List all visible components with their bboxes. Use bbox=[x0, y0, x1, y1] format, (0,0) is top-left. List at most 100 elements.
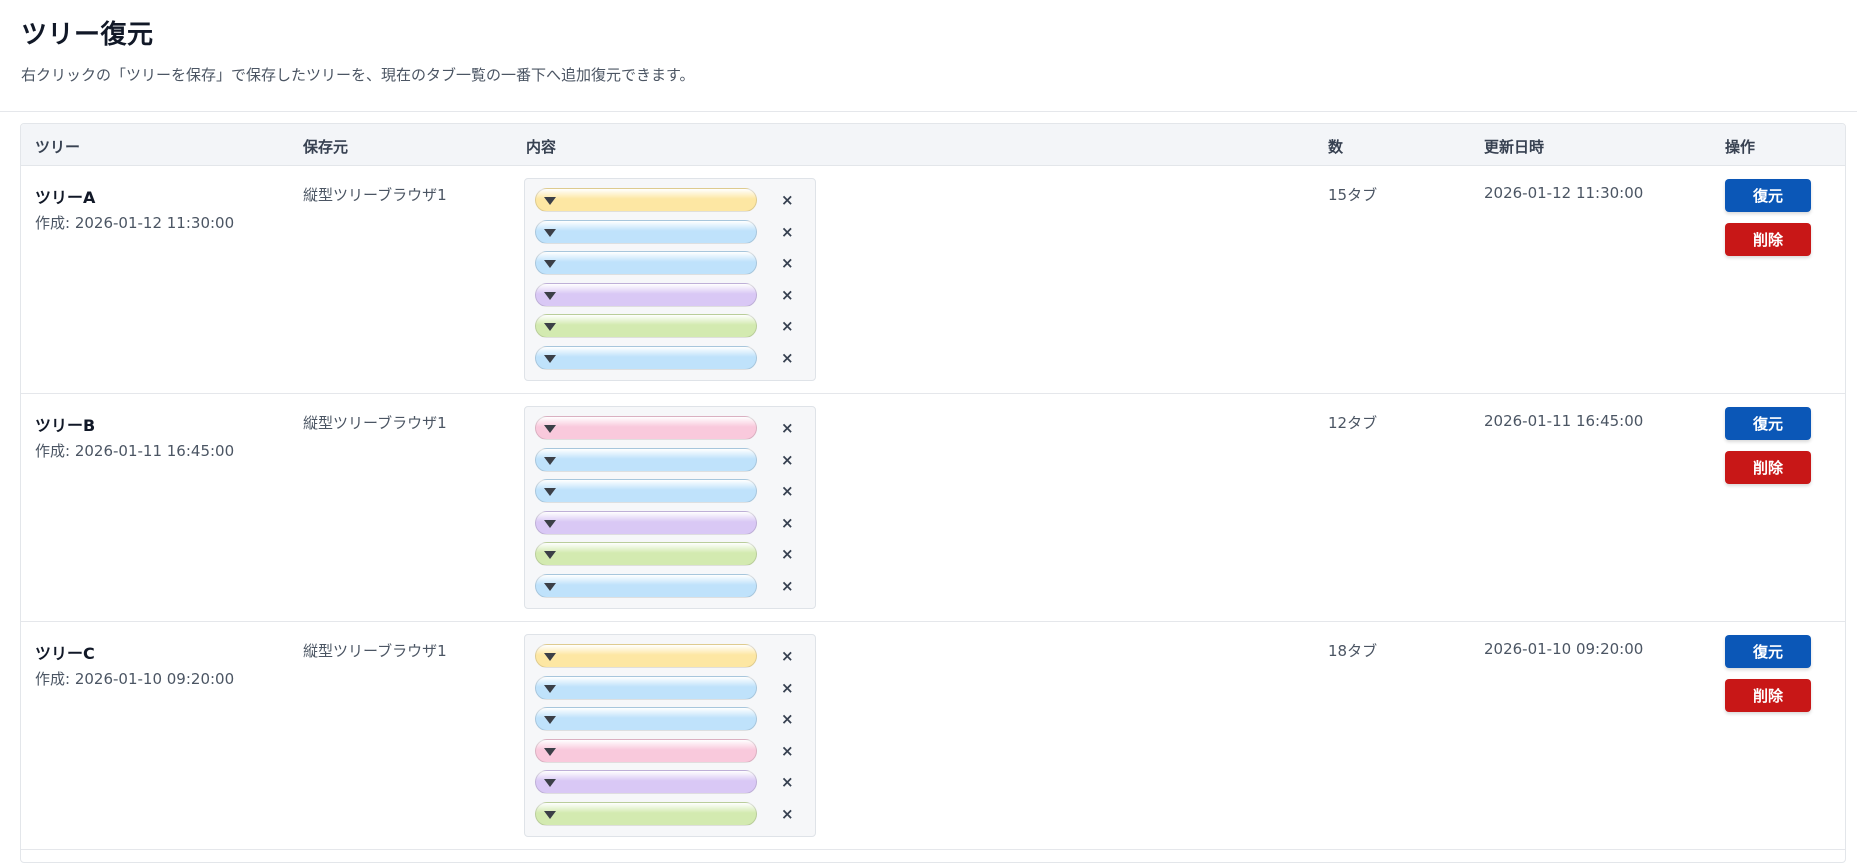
remove-tab-icon[interactable]: × bbox=[781, 513, 794, 533]
table-row: ツリーC 作成: 2026-01-10 09:20:00 縦型ツリーブラウザ1 … bbox=[21, 622, 1845, 850]
table-row: ツリーB 作成: 2026-01-11 16:45:00 縦型ツリーブラウザ1 … bbox=[21, 394, 1845, 622]
remove-tab-icon[interactable]: × bbox=[781, 348, 794, 368]
page-title: ツリー復元 bbox=[21, 20, 154, 50]
restore-button[interactable]: 復元 bbox=[1725, 635, 1811, 668]
expand-triangle-icon[interactable] bbox=[544, 716, 556, 725]
tab-pill[interactable] bbox=[535, 314, 757, 339]
expand-triangle-icon[interactable] bbox=[544, 456, 556, 465]
header-content: 内容 bbox=[526, 138, 557, 156]
expand-triangle-icon[interactable] bbox=[544, 519, 556, 528]
expand-triangle-icon[interactable] bbox=[544, 551, 556, 560]
expand-triangle-icon[interactable] bbox=[544, 323, 556, 332]
page-header: ツリー復元 右クリックの「ツリーを保存」で保存したツリーを、現在のタブ一覧の一番… bbox=[0, 0, 1857, 112]
remove-tab-icon[interactable]: × bbox=[781, 222, 794, 242]
remove-tab-icon[interactable]: × bbox=[781, 544, 794, 564]
expand-triangle-icon[interactable] bbox=[544, 684, 556, 693]
tree-source: 縦型ツリーブラウザ1 bbox=[303, 186, 447, 204]
expand-triangle-icon[interactable] bbox=[544, 488, 556, 497]
expand-triangle-icon[interactable] bbox=[544, 291, 556, 300]
remove-tab-icon[interactable]: × bbox=[781, 678, 794, 698]
expand-triangle-icon[interactable] bbox=[544, 747, 556, 756]
tab-pill[interactable] bbox=[535, 479, 757, 504]
tab-pill[interactable] bbox=[535, 447, 757, 472]
header-tree: ツリー bbox=[35, 138, 81, 156]
tab-pill[interactable] bbox=[535, 675, 757, 700]
tab-item: × bbox=[535, 345, 805, 371]
remove-tab-icon[interactable]: × bbox=[781, 253, 794, 273]
tab-pill[interactable] bbox=[535, 707, 757, 732]
tree-source: 縦型ツリーブラウザ1 bbox=[303, 642, 447, 660]
tree-name: ツリーC bbox=[35, 644, 95, 663]
tab-item: × bbox=[535, 541, 805, 567]
tree-source: 縦型ツリーブラウザ1 bbox=[303, 414, 447, 432]
remove-tab-icon[interactable]: × bbox=[781, 285, 794, 305]
expand-triangle-icon[interactable] bbox=[544, 228, 556, 237]
updated-at: 2026-01-12 11:30:00 bbox=[1484, 184, 1644, 202]
tree-table: ツリー 保存元 内容 数 更新日時 操作 ツリーA 作成: 2026-01-12… bbox=[20, 123, 1846, 863]
tab-item: × bbox=[535, 187, 805, 213]
tab-pill[interactable] bbox=[535, 188, 757, 212]
tab-pill[interactable] bbox=[535, 644, 757, 668]
page-description: 右クリックの「ツリーを保存」で保存したツリーを、現在のタブ一覧の一番下へ追加復元… bbox=[21, 66, 695, 84]
tab-item: × bbox=[535, 675, 805, 701]
updated-at: 2026-01-10 09:20:00 bbox=[1484, 640, 1644, 658]
delete-button[interactable]: 削除 bbox=[1725, 223, 1811, 256]
updated-at: 2026-01-11 16:45:00 bbox=[1484, 412, 1644, 430]
tab-item: × bbox=[535, 282, 805, 308]
delete-button[interactable]: 削除 bbox=[1725, 451, 1811, 484]
tab-item: × bbox=[535, 769, 805, 795]
remove-tab-icon[interactable]: × bbox=[781, 190, 794, 210]
remove-tab-icon[interactable]: × bbox=[781, 450, 794, 470]
header-updated: 更新日時 bbox=[1484, 138, 1545, 156]
remove-tab-icon[interactable]: × bbox=[781, 576, 794, 596]
expand-triangle-icon[interactable] bbox=[544, 811, 556, 819]
tab-pill[interactable] bbox=[535, 219, 757, 244]
expand-triangle-icon[interactable] bbox=[544, 583, 556, 591]
tab-item: × bbox=[535, 643, 805, 669]
expand-triangle-icon[interactable] bbox=[544, 260, 556, 269]
expand-triangle-icon[interactable] bbox=[544, 197, 556, 205]
header-count: 数 bbox=[1328, 138, 1344, 156]
remove-tab-icon[interactable]: × bbox=[781, 772, 794, 792]
tab-list: × × × × × × bbox=[524, 178, 816, 381]
tab-pill[interactable] bbox=[535, 346, 757, 370]
expand-triangle-icon[interactable] bbox=[544, 355, 556, 363]
tab-list: × × × × × × bbox=[524, 634, 816, 837]
tab-pill[interactable] bbox=[535, 251, 757, 276]
tab-pill[interactable] bbox=[535, 738, 757, 763]
restore-button[interactable]: 復元 bbox=[1725, 179, 1811, 212]
expand-triangle-icon[interactable] bbox=[544, 653, 556, 661]
tree-created: 作成: 2026-01-12 11:30:00 bbox=[35, 214, 235, 232]
tab-count: 12タブ bbox=[1328, 414, 1378, 432]
tab-pill[interactable] bbox=[535, 282, 757, 307]
expand-triangle-icon[interactable] bbox=[544, 779, 556, 788]
delete-button[interactable]: 削除 bbox=[1725, 679, 1811, 712]
remove-tab-icon[interactable]: × bbox=[781, 804, 794, 824]
remove-tab-icon[interactable]: × bbox=[781, 418, 794, 438]
tab-item: × bbox=[535, 706, 805, 732]
tree-name: ツリーA bbox=[35, 188, 96, 207]
tab-pill[interactable] bbox=[535, 542, 757, 567]
header-source: 保存元 bbox=[303, 138, 349, 156]
tab-count: 15タブ bbox=[1328, 186, 1378, 204]
tab-item: × bbox=[535, 738, 805, 764]
remove-tab-icon[interactable]: × bbox=[781, 741, 794, 761]
expand-triangle-icon[interactable] bbox=[544, 425, 556, 433]
table-row: ツリーA 作成: 2026-01-12 11:30:00 縦型ツリーブラウザ1 … bbox=[21, 166, 1845, 394]
tab-item: × bbox=[535, 801, 805, 827]
tab-pill[interactable] bbox=[535, 770, 757, 795]
header-actions: 操作 bbox=[1725, 138, 1756, 156]
remove-tab-icon[interactable]: × bbox=[781, 646, 794, 666]
remove-tab-icon[interactable]: × bbox=[781, 709, 794, 729]
restore-button[interactable]: 復元 bbox=[1725, 407, 1811, 440]
tab-pill[interactable] bbox=[535, 802, 757, 826]
tab-item: × bbox=[535, 447, 805, 473]
tab-list: × × × × × × bbox=[524, 406, 816, 609]
tab-pill[interactable] bbox=[535, 416, 757, 440]
tab-pill[interactable] bbox=[535, 510, 757, 535]
tab-item: × bbox=[535, 510, 805, 536]
tab-pill[interactable] bbox=[535, 574, 757, 598]
tab-item: × bbox=[535, 478, 805, 504]
remove-tab-icon[interactable]: × bbox=[781, 316, 794, 336]
remove-tab-icon[interactable]: × bbox=[781, 481, 794, 501]
